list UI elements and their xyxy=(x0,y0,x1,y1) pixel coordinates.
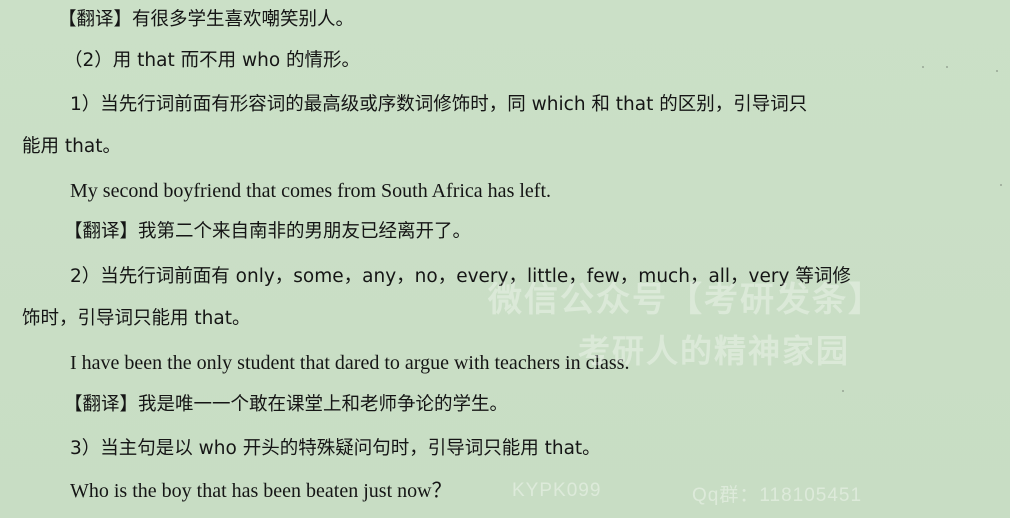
scan-speck xyxy=(946,66,948,68)
rule-1-text-continued: 能用 that。 xyxy=(22,136,121,157)
watermark-wechat-account: 微信公众号【考研发条】 xyxy=(488,280,884,320)
example-2-sentence: I have been the only student that dared … xyxy=(70,352,630,374)
watermark-slogan: 考研人的精神家园 xyxy=(578,332,851,370)
document-page: 【翻译】有很多学生喜欢嘲笑别人。 （2）用 that 而不用 who 的情形。 … xyxy=(0,0,1010,518)
scan-speck xyxy=(922,66,924,68)
section-heading-that-not-who: （2）用 that 而不用 who 的情形。 xyxy=(64,50,361,71)
rule-1-text: 1）当先行词前面有形容词的最高级或序数词修饰时，同 which 和 that 的… xyxy=(70,94,808,115)
translation-line-1: 【翻译】有很多学生喜欢嘲笑别人。 xyxy=(58,9,355,30)
translation-line-3: 【翻译】我是唯一一个敢在课堂上和老师争论的学生。 xyxy=(64,394,509,415)
scan-speck xyxy=(842,390,844,392)
example-1-sentence: My second boyfriend that comes from Sout… xyxy=(70,180,551,202)
scan-speck xyxy=(996,70,998,72)
watermark-qq-group: Qq群：118105451 xyxy=(692,485,863,506)
translation-line-2: 【翻译】我第二个来自南非的男朋友已经离开了。 xyxy=(64,221,472,242)
rule-3-text: 3）当主句是以 who 开头的特殊疑问句时，引导词只能用 that。 xyxy=(70,438,601,459)
scan-speck xyxy=(1000,184,1002,186)
watermark-kypk-id: KYPK099 xyxy=(512,480,602,501)
